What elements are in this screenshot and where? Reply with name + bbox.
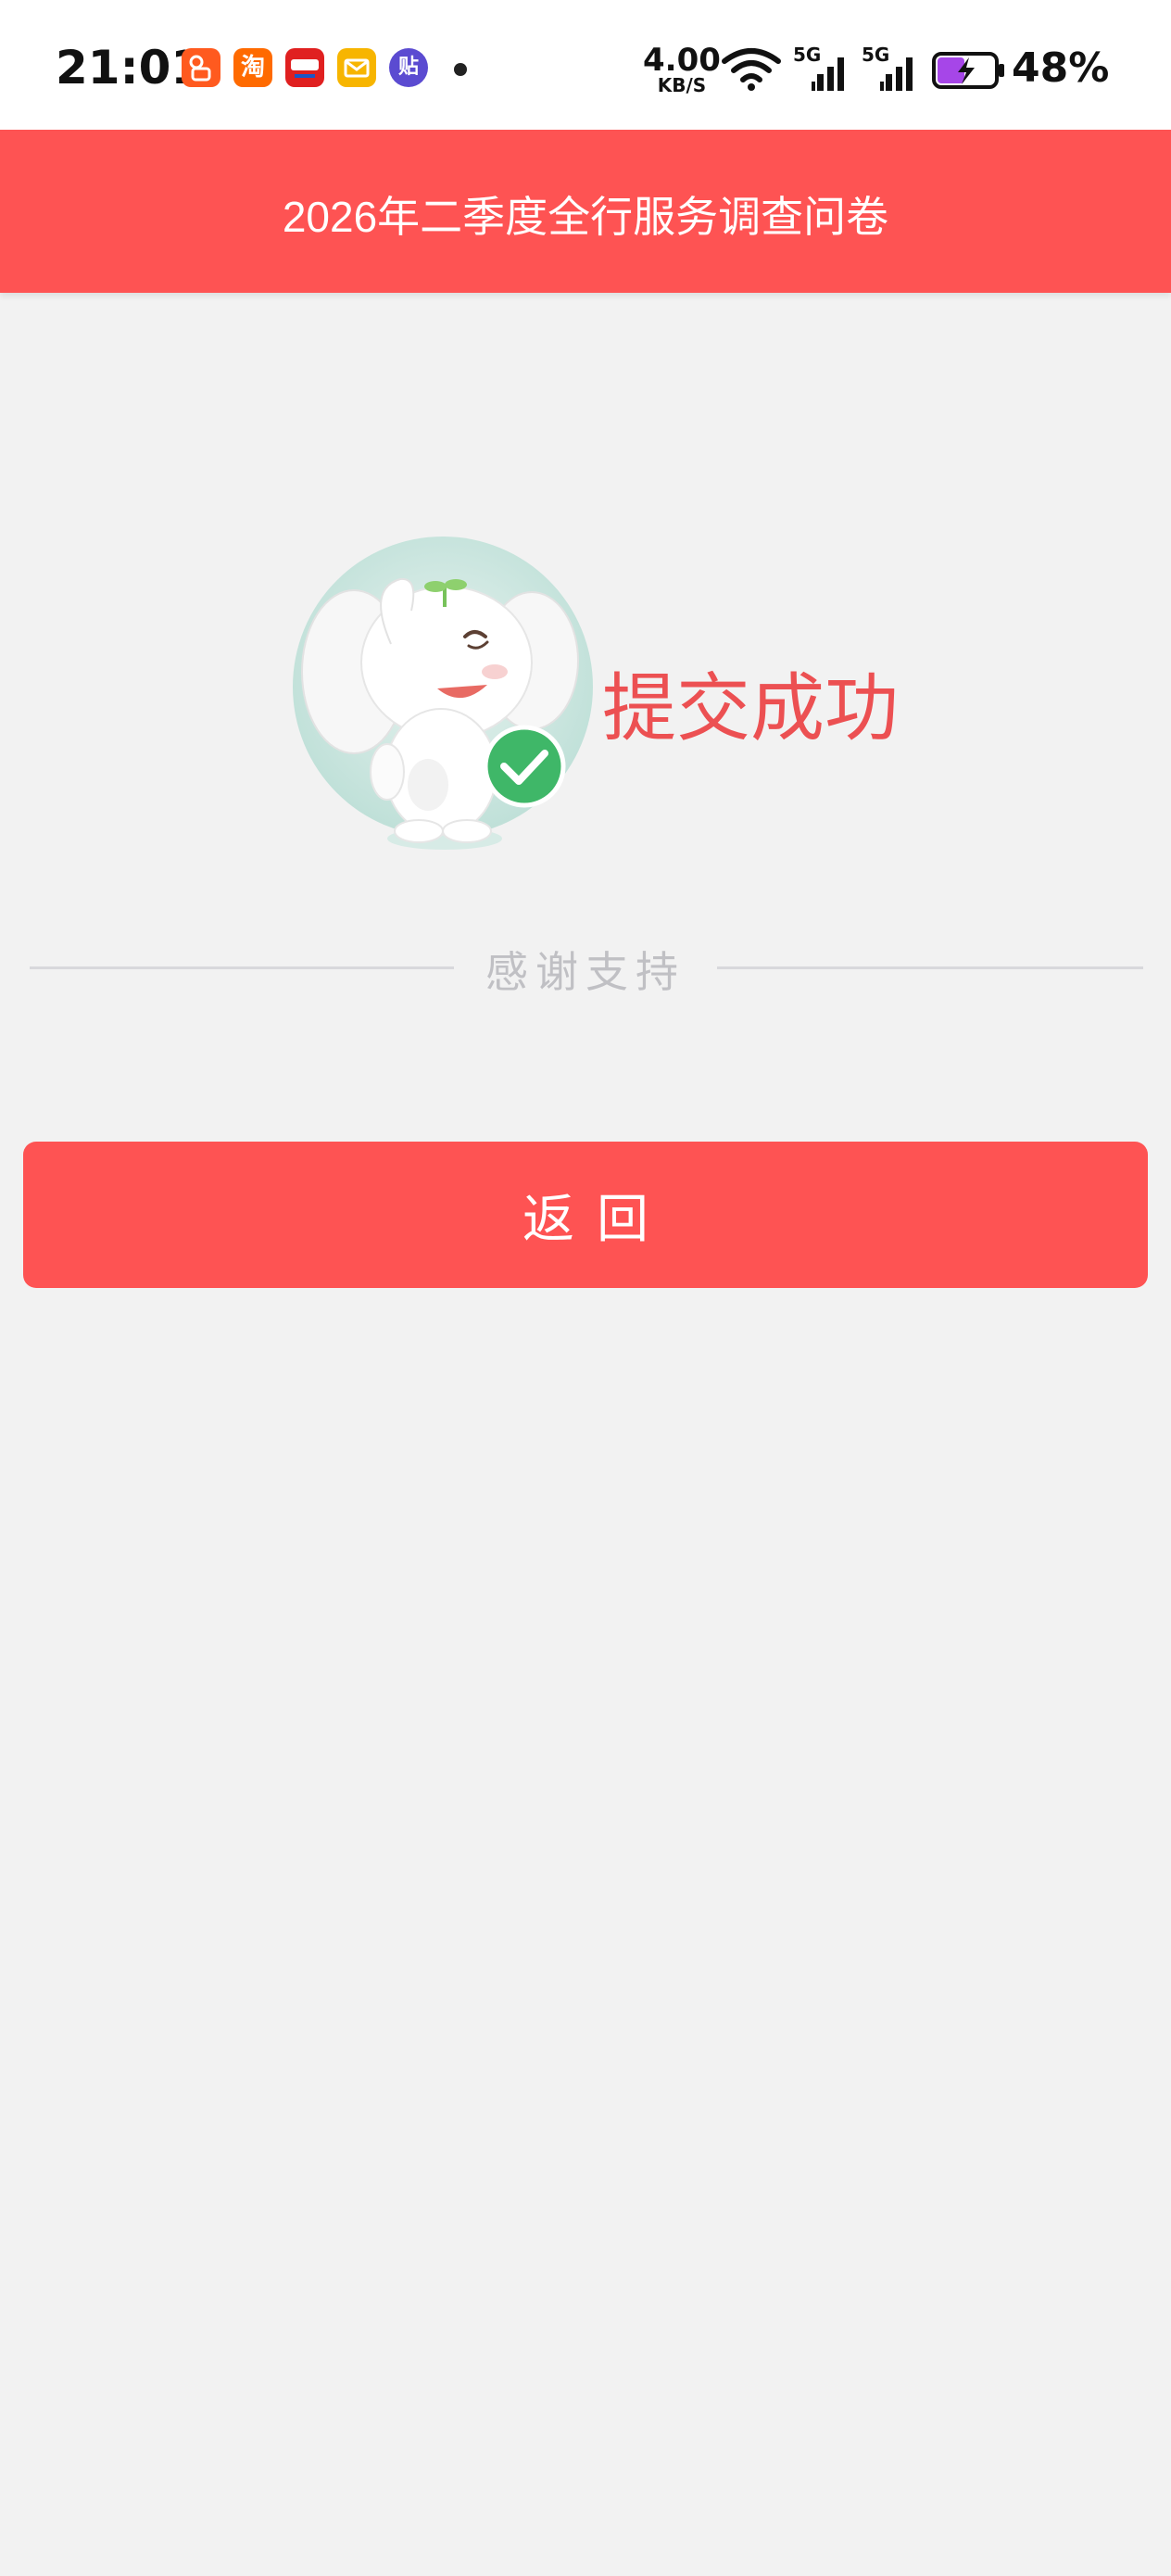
signal-icon: 5G <box>793 44 850 96</box>
divider-line-left <box>30 966 454 969</box>
taobao-icon: 淘 <box>233 48 272 87</box>
divider-line-right <box>717 966 1143 969</box>
battery-percent: 48% <box>1012 44 1110 92</box>
network-speed: 4.00 KB/S <box>643 42 721 96</box>
status-bar: 21:01 淘 贴 4.00 KB/S 5G 5G 48% <box>0 0 1171 130</box>
thanks-text: 感谢支持 <box>485 948 686 996</box>
wifi-icon <box>721 46 782 96</box>
tieba-icon: 贴 <box>389 48 428 87</box>
more-notifications-dot <box>454 63 467 76</box>
svg-text:5G: 5G <box>793 44 821 66</box>
signal-icon: 5G <box>862 44 919 96</box>
page-title: 2026年二季度全行服务调查问卷 <box>282 193 889 241</box>
success-mascot-image <box>289 533 595 857</box>
back-button[interactable]: 返回 <box>23 1142 1148 1288</box>
kuaishou-icon <box>182 48 220 87</box>
yunshanfu-icon <box>285 48 324 87</box>
mail-icon <box>337 48 376 87</box>
success-message: 提交成功 <box>602 667 899 750</box>
svg-text:5G: 5G <box>862 44 889 66</box>
battery-icon <box>932 52 1006 93</box>
page-header: 2026年二季度全行服务调查问卷 <box>0 130 1171 293</box>
